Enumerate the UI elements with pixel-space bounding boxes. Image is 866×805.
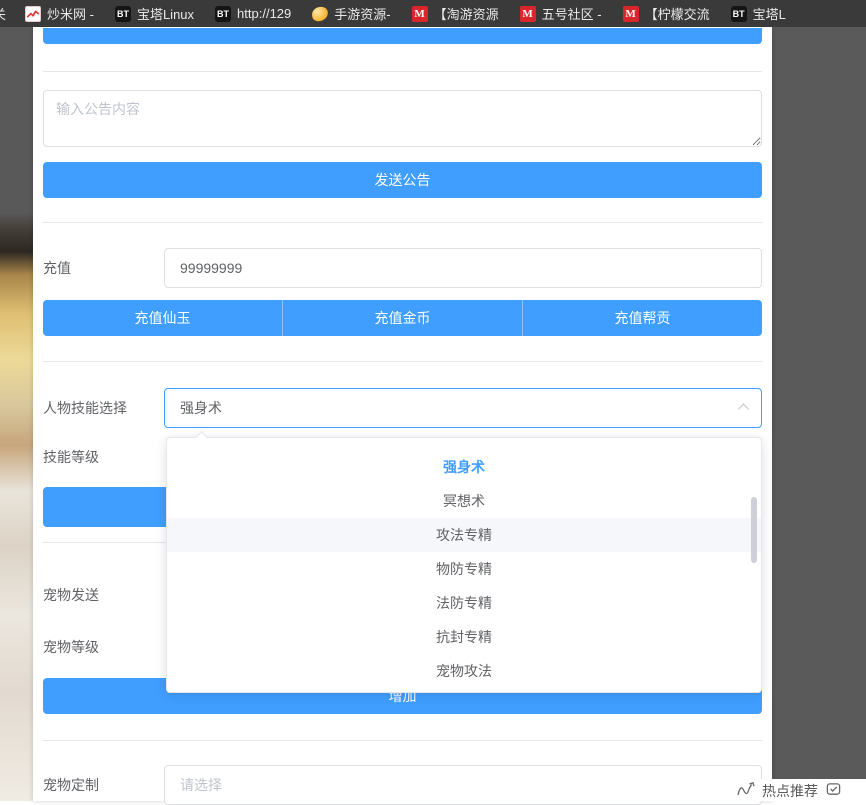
bookmark-label: 炒米网 - (47, 4, 94, 23)
trend-doodle-icon (736, 781, 758, 798)
skill-select-value: 强身术 (180, 398, 222, 418)
hot-recommend-label[interactable]: 热点推荐 (762, 781, 818, 801)
bookmark-label: 宝塔Linux (137, 4, 194, 23)
divider (43, 361, 762, 362)
dropdown-scrollbar-thumb[interactable] (751, 497, 757, 563)
bookmark-item[interactable]: BT http://129 (215, 6, 291, 22)
bookmark-item[interactable]: M 【柠檬交流 (623, 4, 710, 23)
pet-custom-select[interactable]: 请选择 (164, 765, 762, 805)
clipped-top-button[interactable] (43, 28, 762, 44)
announcement-textarea[interactable] (43, 90, 762, 147)
recharge-button[interactable]: 充值仙玉 (43, 300, 283, 336)
divider (43, 222, 762, 223)
chevron-up-icon (737, 403, 750, 416)
bookmark-label: 宝塔L (753, 4, 786, 23)
bookmark-label: 五号社区 - (542, 4, 602, 23)
bookmark-label: http://129 (237, 6, 291, 21)
bt-favicon: BT (115, 6, 131, 22)
pet-custom-placeholder: 请选择 (180, 775, 222, 795)
dropdown-arrow (195, 431, 208, 444)
pet-level-label: 宠物等级 (43, 627, 99, 667)
bookmark-item[interactable]: M 【淘游资源 (412, 4, 499, 23)
divider (43, 71, 762, 72)
m-favicon: M (412, 6, 428, 22)
background-photo-strip (0, 27, 33, 801)
dropdown-option[interactable]: 强身术 (167, 450, 761, 484)
bookmark-label: 【柠檬交流 (645, 4, 710, 23)
m-favicon: M (623, 6, 639, 22)
admin-form-card: 发送公告 充值 充值仙玉充值金币充值帮贡 人物技能选择 强身术 技能等级 宠物发… (33, 27, 772, 801)
recharge-button[interactable]: 充值金币 (283, 300, 523, 336)
recharge-button-group: 充值仙玉充值金币充值帮贡 (43, 300, 762, 336)
dropdown-option[interactable]: 物防专精 (167, 552, 761, 586)
screenshot-check-icon[interactable] (826, 781, 841, 797)
pet-custom-label: 宠物定制 (43, 765, 99, 805)
dropdown-options: 强身术冥想术攻法专精物防专精法防专精抗封专精宠物攻法 (167, 450, 761, 688)
skill-dropdown-panel: 强身术冥想术攻法专精物防专精法防专精抗封专精宠物攻法 (166, 437, 762, 693)
trophy-favicon (311, 5, 329, 21)
dropdown-option[interactable]: 宠物攻法 (167, 654, 761, 688)
dropdown-option[interactable]: 攻法专精 (167, 518, 761, 552)
skill-select[interactable]: 强身术 (164, 388, 762, 428)
skill-level-label: 技能等级 (43, 437, 99, 477)
bookmark-label: 【淘游资源 (434, 4, 499, 23)
send-announcement-button[interactable]: 发送公告 (43, 162, 762, 198)
bt-favicon: BT (215, 6, 231, 22)
recharge-amount-input[interactable] (164, 248, 762, 288)
dropdown-option[interactable]: 冥想术 (167, 484, 761, 518)
bookmark-item[interactable]: BT 宝塔Linux (115, 4, 194, 23)
chart-favicon (25, 6, 41, 22)
bookmark-item[interactable]: 手游资源- (312, 4, 390, 23)
bookmark-item[interactable]: 炒米网 - (25, 4, 94, 23)
recharge-button[interactable]: 充值帮贡 (523, 300, 762, 336)
skill-select-label: 人物技能选择 (43, 388, 127, 428)
bookmark-item[interactable]: M 五号社区 - (520, 4, 602, 23)
dropdown-option[interactable]: 抗封专精 (167, 620, 761, 654)
bookmarks-items: 炒米网 - BT 宝塔Linux BT http://129 手游资源- M 【淘游资源 M 五号… (25, 4, 807, 23)
divider (43, 740, 762, 741)
page-overlay-backdrop (772, 27, 866, 801)
hot-recommend-bar: 热点推荐 (716, 779, 866, 801)
bookmarks-bar: 关 炒米网 -BT宝塔LinuxBThttp://129手游资源-M【淘游资源M… (0, 0, 866, 27)
bookmark-item[interactable]: BT 宝塔L (731, 4, 786, 23)
dropdown-option[interactable]: 法防专精 (167, 586, 761, 620)
bookmark-partial-label[interactable]: 关 (0, 4, 8, 23)
recharge-label: 充值 (43, 248, 71, 288)
pet-send-label: 宠物发送 (43, 575, 99, 615)
bookmark-label: 手游资源- (334, 4, 390, 23)
m-favicon: M (520, 6, 536, 22)
bt-favicon: BT (731, 6, 747, 22)
